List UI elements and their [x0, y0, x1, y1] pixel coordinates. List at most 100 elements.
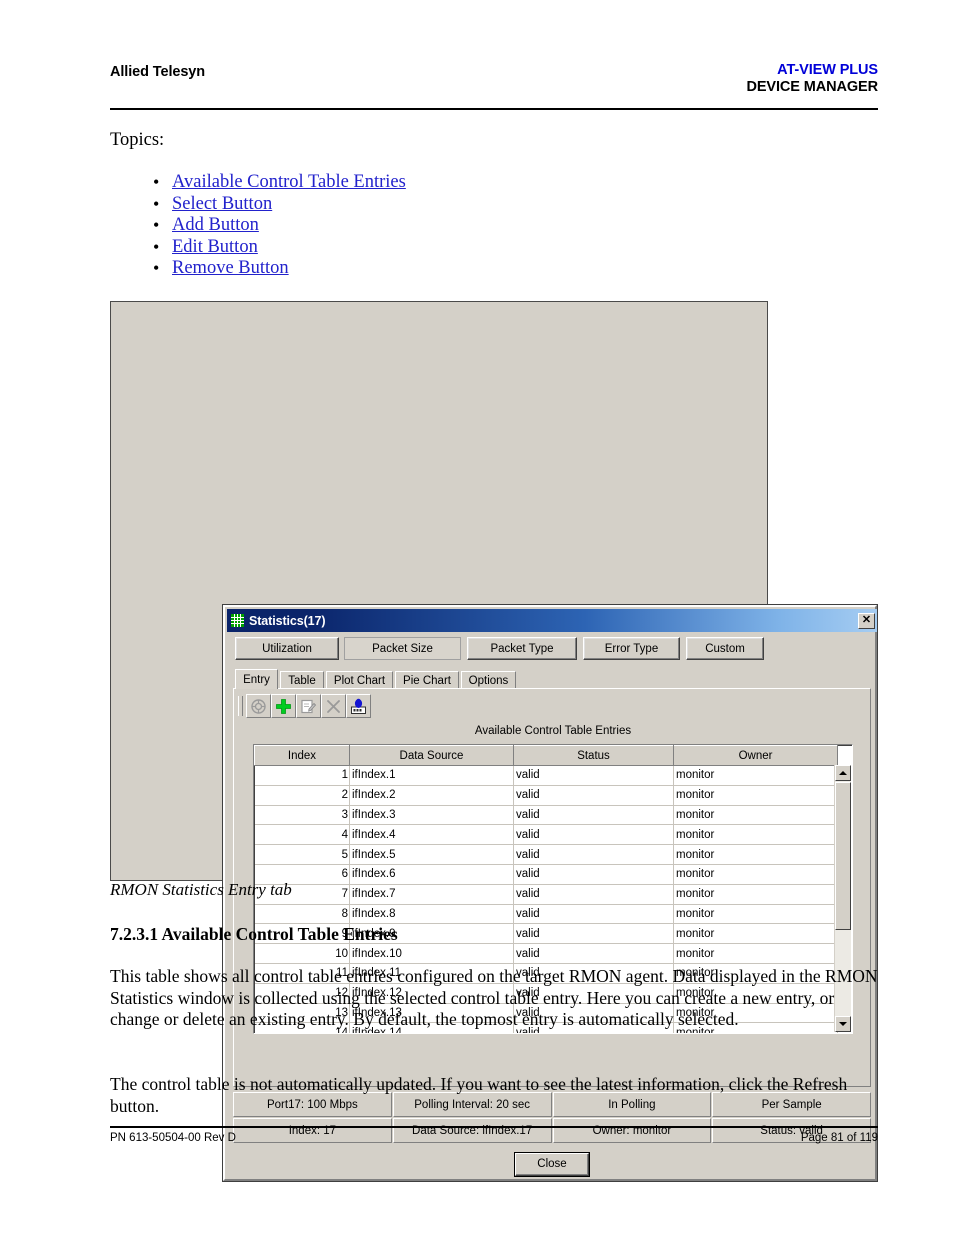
bullet-icon: •: [153, 236, 160, 257]
cell-data-source: ifIndex.10: [349, 943, 514, 964]
tab-plot-chart[interactable]: Plot Chart: [326, 671, 393, 689]
mode-button-strip: Utilization Packet Size Packet Type Erro…: [227, 634, 877, 664]
cell-status: valid: [513, 785, 674, 806]
table-row[interactable]: 2 ifIndex.2 valid monitor: [254, 785, 838, 806]
cell-data-source: ifIndex.6: [349, 864, 514, 885]
scrollbar-thumb[interactable]: [835, 782, 851, 930]
cell-status: valid: [513, 805, 674, 826]
product-name: AT-VIEW PLUS: [777, 62, 878, 78]
topic-link[interactable]: Add Button: [172, 215, 259, 235]
scroll-up-icon[interactable]: [835, 765, 851, 781]
product-subtitle: DEVICE MANAGER: [746, 79, 878, 95]
cell-index: 1: [254, 765, 350, 786]
tab-entry[interactable]: Entry: [235, 669, 278, 689]
cell-owner: monitor: [673, 765, 838, 786]
topic-link[interactable]: Remove Button: [172, 258, 289, 278]
topics-list: • Available Control Table Entries • Sele…: [132, 172, 632, 280]
tab-table[interactable]: Table: [280, 671, 324, 689]
select-monitor-icon[interactable]: [346, 694, 371, 718]
list-item: • Remove Button: [132, 258, 632, 280]
remove-icon[interactable]: [321, 694, 346, 718]
arrow-up-glyph: [839, 771, 847, 775]
cell-data-source: ifIndex.2: [349, 785, 514, 806]
grid-icon: [230, 613, 245, 628]
cell-status: valid: [513, 765, 674, 786]
mode-button-packet-type[interactable]: Packet Type: [467, 637, 577, 660]
cell-data-source: ifIndex.7: [349, 884, 514, 905]
footer-page-number: Page 81 of 119: [800, 1132, 878, 1144]
table-caption: Available Control Table Entries: [474, 725, 632, 737]
close-icon[interactable]: ✕: [858, 612, 875, 629]
table-header-row: Index Data Source Status Owner: [254, 745, 838, 766]
table-row[interactable]: 5 ifIndex.5 valid monitor: [254, 844, 838, 865]
table-row[interactable]: 10 ifIndex.10 valid monitor: [254, 943, 838, 964]
cell-owner: monitor: [673, 923, 838, 945]
cell-index: 5: [254, 844, 350, 865]
mode-button-packet-size[interactable]: Packet Size: [344, 637, 461, 660]
mode-button-custom[interactable]: Custom: [686, 637, 764, 660]
statistics-window-frame: Statistics(17) ✕ Utilization Packet Size…: [110, 301, 877, 1181]
list-item: • Available Control Table Entries: [132, 172, 632, 194]
cell-index: 4: [254, 824, 350, 846]
dialog-button-row: Close: [233, 1150, 871, 1178]
column-header-owner[interactable]: Owner: [673, 745, 838, 766]
product-title: AT-VIEW PLUS DEVICE MANAGER: [746, 62, 878, 96]
table-row[interactable]: 8 ifIndex.8 valid monitor: [254, 904, 838, 925]
cell-status: valid: [513, 884, 674, 905]
cell-owner: monitor: [673, 864, 838, 885]
cell-owner: monitor: [673, 844, 838, 865]
list-item: • Edit Button: [132, 237, 632, 259]
table-row[interactable]: 7 ifIndex.7 valid monitor: [254, 884, 838, 905]
body-paragraph-1: This table shows all control table entri…: [110, 966, 878, 1029]
header-divider: [110, 108, 878, 110]
mode-button-utilization[interactable]: Utilization: [235, 637, 339, 660]
cell-index: 3: [254, 805, 350, 826]
footer-divider: [110, 1126, 878, 1128]
toolbar-grip[interactable]: [238, 696, 243, 716]
close-button[interactable]: Close: [514, 1151, 590, 1177]
cell-data-source: ifIndex.8: [349, 904, 514, 925]
tab-row: Entry Table Plot Chart Pie Chart Options: [235, 669, 875, 689]
cell-status: valid: [513, 864, 674, 885]
mode-button-error-type[interactable]: Error Type: [583, 637, 680, 660]
bullet-icon: •: [153, 193, 160, 214]
cell-owner: monitor: [673, 824, 838, 846]
table-row[interactable]: 6 ifIndex.6 valid monitor: [254, 864, 838, 885]
cell-status: valid: [513, 943, 674, 964]
bullet-icon: •: [153, 172, 160, 192]
bullet-icon: •: [153, 215, 160, 235]
topic-link[interactable]: Edit Button: [172, 237, 258, 257]
edit-icon[interactable]: [296, 694, 321, 718]
topic-link[interactable]: Available Control Table Entries: [172, 172, 406, 192]
table-row[interactable]: 3 ifIndex.3 valid monitor: [254, 805, 838, 826]
table-row[interactable]: 1 ifIndex.1 valid monitor: [254, 765, 838, 786]
tab-pie-chart[interactable]: Pie Chart: [395, 671, 459, 689]
column-header-index[interactable]: Index: [254, 745, 350, 766]
column-header-data-source[interactable]: Data Source: [349, 745, 514, 766]
topic-link[interactable]: Select Button: [172, 194, 272, 214]
cell-owner: monitor: [673, 884, 838, 905]
add-icon[interactable]: [271, 694, 296, 718]
window-titlebar[interactable]: Statistics(17) ✕: [227, 609, 877, 632]
cell-status: valid: [513, 824, 674, 846]
cell-data-source: ifIndex.5: [349, 844, 514, 865]
table-row[interactable]: 4 ifIndex.4 valid monitor: [254, 824, 838, 846]
document-header: Allied Telesyn AT-VIEW PLUS DEVICE MANAG…: [110, 62, 878, 108]
cell-index: 10: [254, 943, 350, 964]
cell-data-source: ifIndex.4: [349, 824, 514, 846]
cell-owner: monitor: [673, 785, 838, 806]
tab-options[interactable]: Options: [461, 671, 516, 689]
cell-owner: monitor: [673, 904, 838, 925]
figure-caption: RMON Statistics Entry tab: [110, 880, 292, 899]
cell-index: 8: [254, 904, 350, 925]
column-header-status[interactable]: Status: [513, 745, 674, 766]
cell-data-source: ifIndex.3: [349, 805, 514, 826]
cell-index: 2: [254, 785, 350, 806]
footer-part-number: PN 613-50504-00 Rev D: [110, 1132, 236, 1144]
cell-status: valid: [513, 923, 674, 945]
body-paragraph-2: The control table is not automatically u…: [110, 1074, 848, 1116]
entry-toolbar: [238, 693, 371, 719]
topics-label: Topics:: [110, 130, 165, 150]
company-brand: Allied Telesyn: [110, 64, 206, 80]
refresh-icon[interactable]: [246, 694, 271, 718]
